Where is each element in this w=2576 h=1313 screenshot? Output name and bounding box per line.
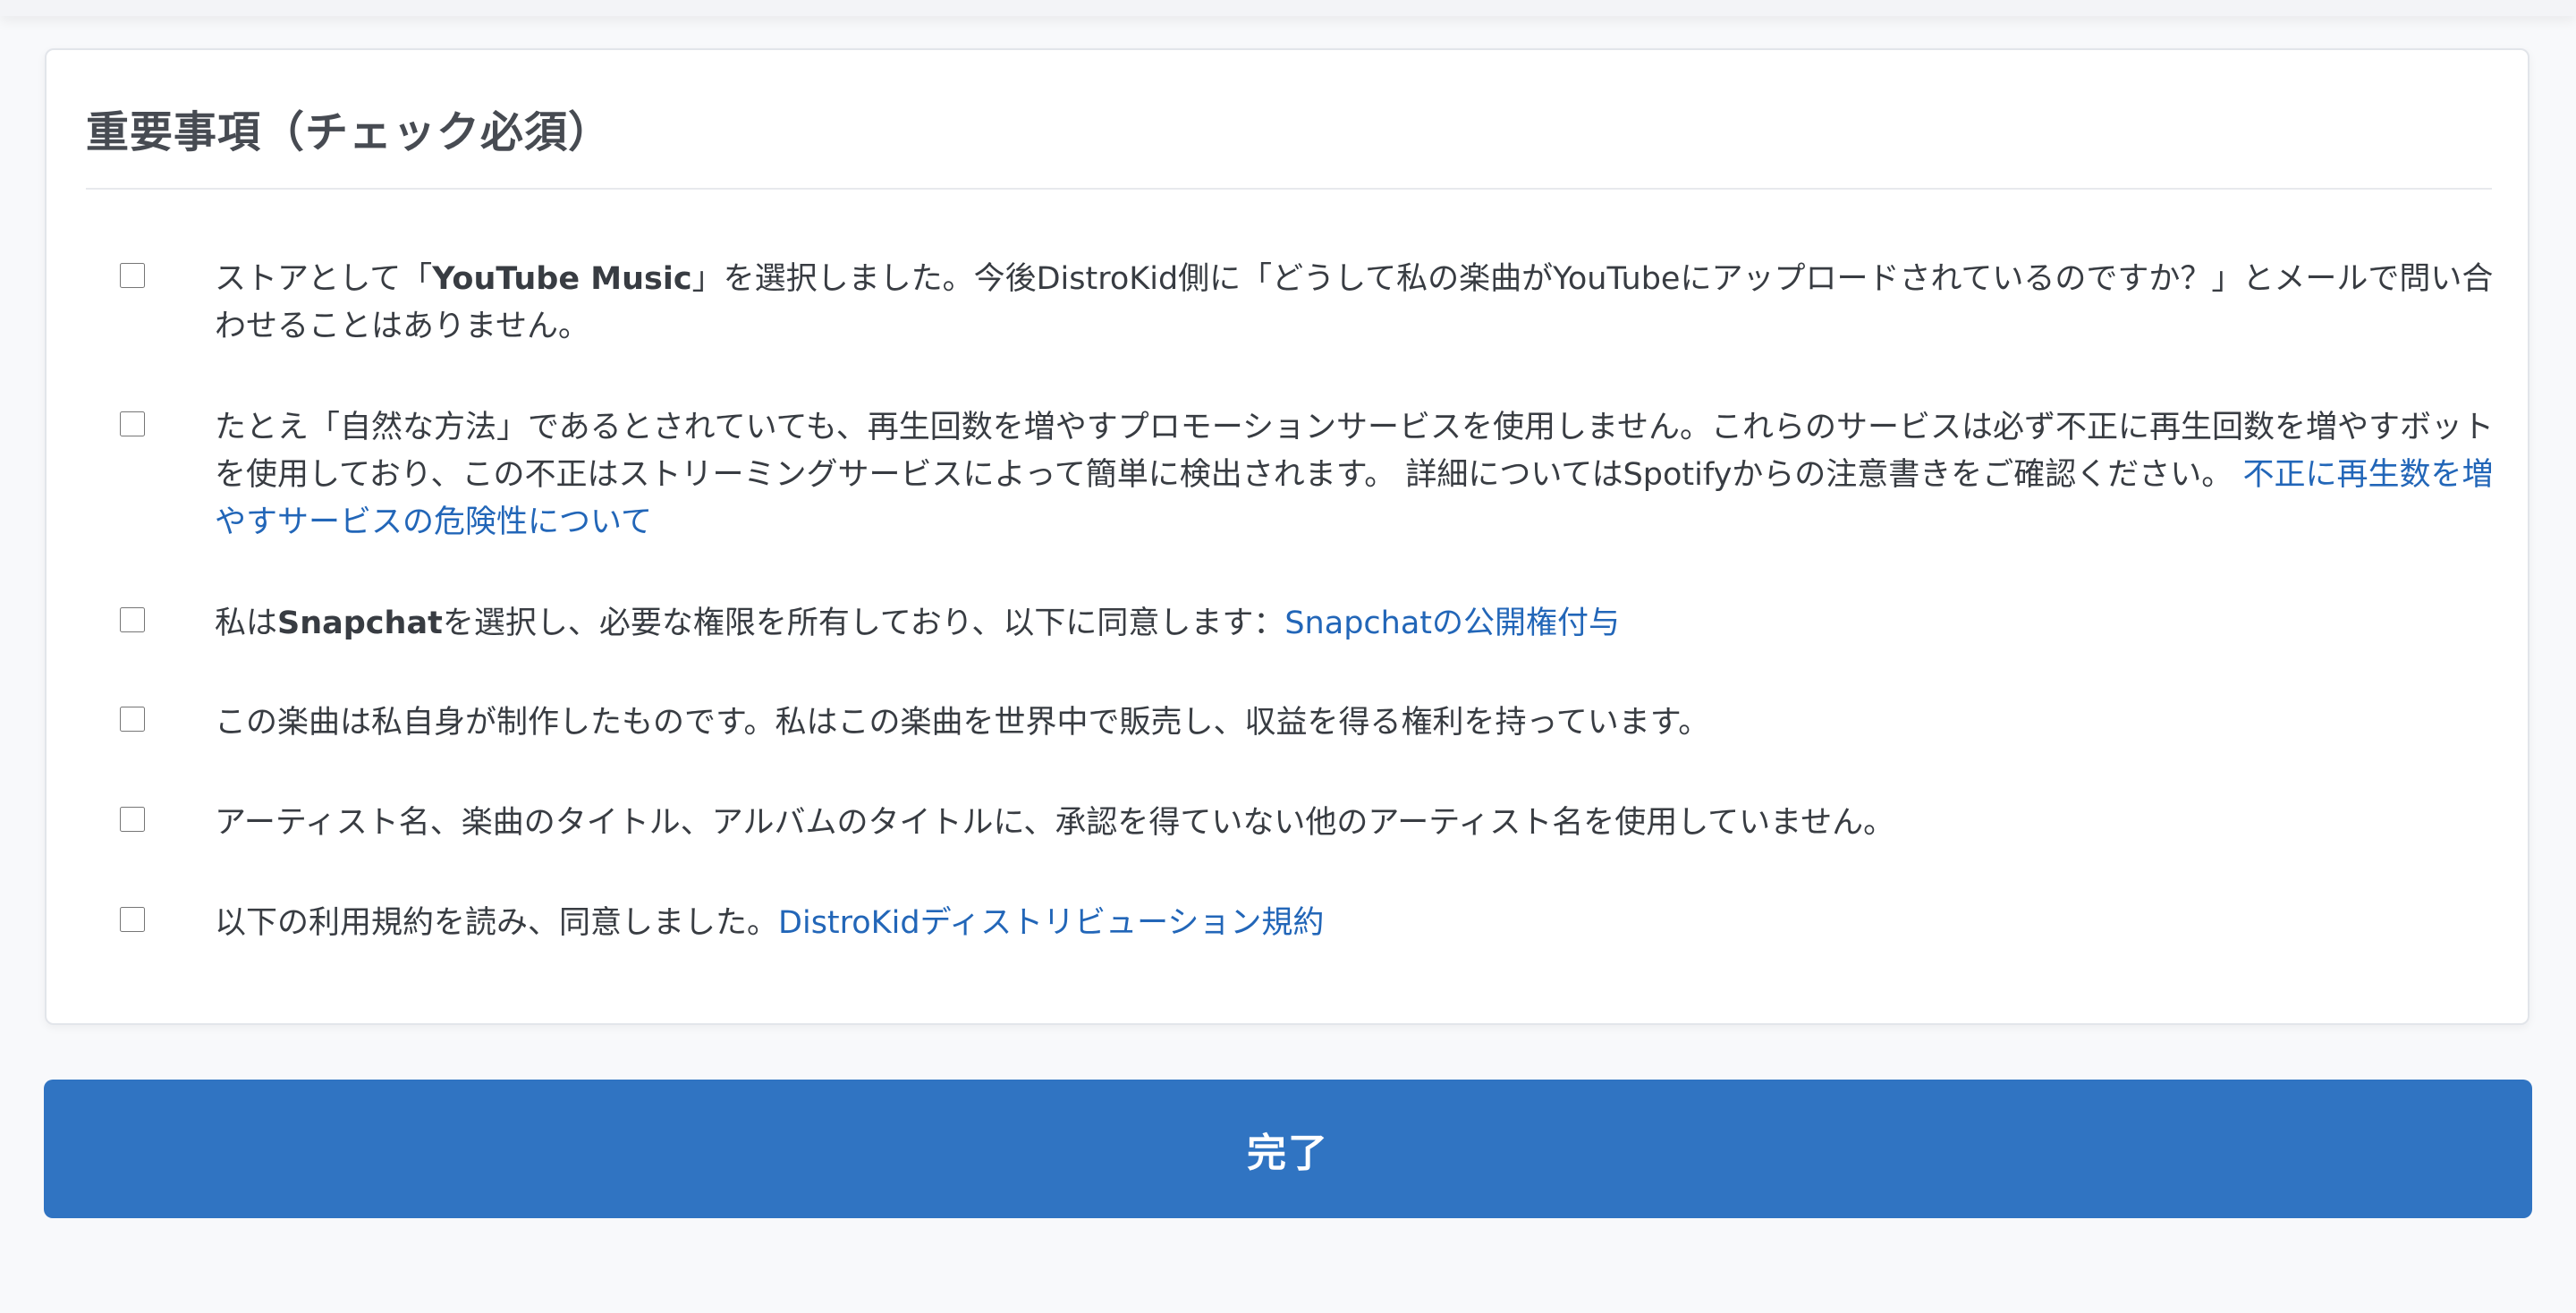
done-button[interactable]: 完了 (44, 1080, 2532, 1218)
agreement-text: この楽曲は私自身が制作したものです。私はこの楽曲を世界中で販売し、収益を得る権利… (215, 705, 1710, 741)
distribution-terms-link[interactable]: DistroKidディストリビューション規約 (778, 905, 1324, 941)
section-title: 重要事項（チェック必須） (86, 107, 613, 157)
agreement-checkbox-no-fake-streams[interactable] (120, 411, 145, 436)
agreement-text: アーティスト名、楽曲のタイトル、アルバムのタイトルに、承認を得ていない他のアーテ… (215, 805, 1895, 841)
previous-section-edge (0, 0, 2576, 16)
agreement-text: ストアとして「YouTube Music」を選択しました。今後DistroKid… (215, 261, 2494, 344)
agreement-checkbox-snapchat[interactable] (120, 607, 145, 632)
snapchat-rights-link[interactable]: Snapchatの公開権付与 (1284, 606, 1620, 641)
agreement-checkbox-own-music[interactable] (120, 707, 145, 732)
agreement-checkbox-artist-names[interactable] (120, 807, 145, 832)
important-terms-card: 重要事項（チェック必須） ストアとして「YouTube Music」を選択しまし… (45, 48, 2529, 1025)
agreement-text: たとえ「自然な方法」であるとされていても、再生回数を増やすプロモーションサービス… (215, 410, 2495, 540)
title-divider (86, 188, 2492, 190)
agreement-checkbox-terms[interactable] (120, 907, 145, 932)
agreement-checkbox-youtube-music[interactable] (120, 263, 145, 288)
agreement-text: 私はSnapchatを選択し、必要な権限を所有しており、以下に同意します：Sna… (215, 606, 1621, 641)
agreement-text: 以下の利用規約を読み、同意しました。DistroKidディストリビューション規約 (215, 905, 1325, 941)
